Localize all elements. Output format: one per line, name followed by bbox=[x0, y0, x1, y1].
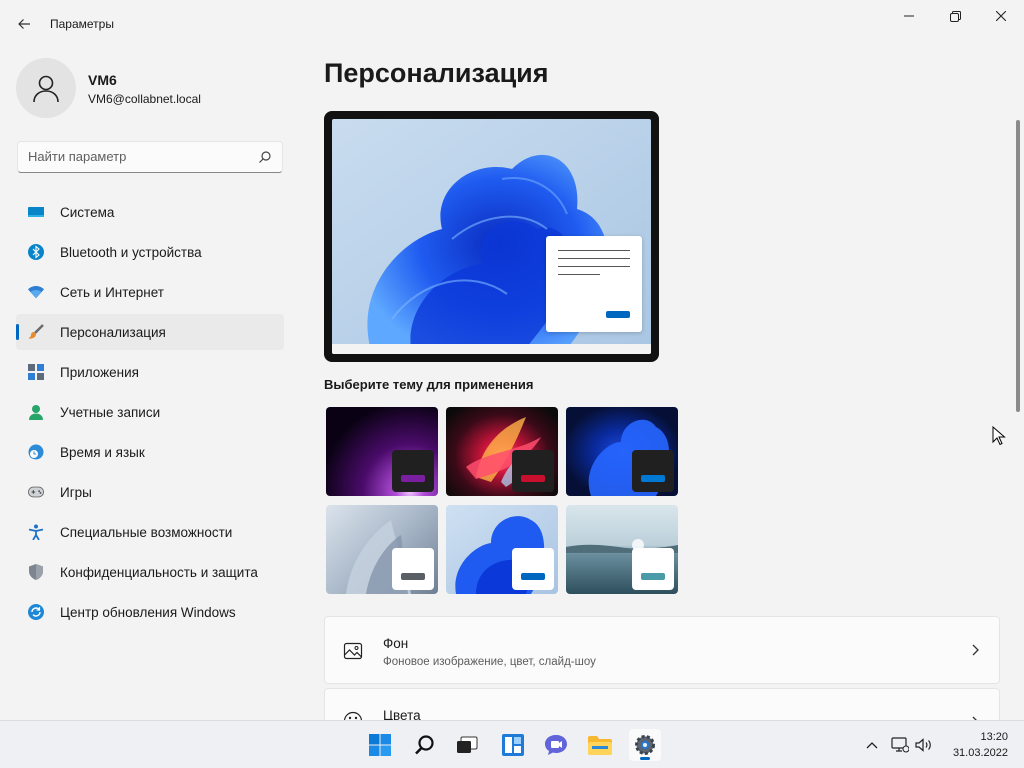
main-scrollbar[interactable] bbox=[1016, 120, 1020, 412]
sidebar-item-label: Время и язык bbox=[60, 444, 145, 460]
card-subtitle: Фоновое изображение, цвет, слайд-шоу bbox=[383, 656, 596, 668]
wifi-icon bbox=[28, 284, 44, 300]
search-input[interactable] bbox=[28, 149, 248, 164]
active-indicator bbox=[640, 757, 650, 760]
clock-date: 31.03.2022 bbox=[952, 747, 1008, 759]
accessibility-icon bbox=[28, 524, 44, 540]
person-icon bbox=[33, 75, 59, 103]
sidebar-item-label: Игры bbox=[60, 484, 92, 500]
bluetooth-icon bbox=[28, 244, 44, 260]
network-tray-button[interactable] bbox=[890, 735, 910, 755]
background-settings-card[interactable]: Фон Фоновое изображение, цвет, слайд-шоу bbox=[324, 616, 1000, 684]
sidebar-item-label: Приложения bbox=[60, 364, 139, 380]
clock-globe-icon bbox=[28, 444, 44, 460]
page-title: Персонализация bbox=[324, 58, 549, 88]
taskbar-search-button[interactable] bbox=[409, 729, 441, 761]
apps-icon bbox=[28, 364, 44, 380]
update-icon bbox=[28, 604, 44, 620]
theme-tile[interactable] bbox=[326, 505, 438, 594]
close-button[interactable] bbox=[978, 0, 1024, 32]
widgets-button[interactable] bbox=[497, 729, 529, 761]
folder-icon bbox=[588, 736, 612, 755]
search-icon[interactable] bbox=[258, 150, 272, 164]
search-icon bbox=[415, 735, 434, 755]
card-title: Фон bbox=[383, 636, 409, 651]
sidebar-item-label: Bluetooth и устройства bbox=[60, 244, 202, 260]
minimize-button[interactable] bbox=[886, 0, 932, 32]
sidebar-item-windows-update[interactable]: Центр обновления Windows bbox=[16, 594, 284, 630]
sidebar-item-personalization[interactable]: Персонализация bbox=[16, 314, 284, 350]
app-title: Параметры bbox=[50, 17, 114, 31]
sidebar-item-bluetooth[interactable]: Bluetooth и устройства bbox=[16, 234, 284, 270]
sidebar-item-privacy[interactable]: Конфиденциальность и защита bbox=[16, 554, 284, 590]
search-box[interactable] bbox=[17, 141, 283, 173]
chat-icon bbox=[545, 735, 567, 755]
sidebar-item-accounts[interactable]: Учетные записи bbox=[16, 394, 284, 430]
sidebar-nav: Система Bluetooth и устройства Сеть и Ин… bbox=[16, 194, 284, 634]
gear-icon bbox=[635, 735, 655, 755]
task-view-icon bbox=[457, 736, 478, 753]
sidebar-item-label: Центр обновления Windows bbox=[60, 604, 236, 620]
task-view-button[interactable] bbox=[451, 729, 483, 761]
title-bar: Параметры bbox=[0, 0, 1024, 48]
taskbar: 13:20 31.03.2022 bbox=[0, 720, 1024, 768]
speaker-icon bbox=[915, 738, 931, 752]
chevron-up-icon bbox=[866, 742, 878, 749]
sidebar-item-label: Персонализация bbox=[60, 324, 166, 340]
network-icon bbox=[891, 737, 909, 753]
back-arrow-icon bbox=[18, 19, 30, 29]
theme-preview bbox=[324, 111, 659, 362]
account-icon bbox=[28, 404, 44, 420]
theme-tile[interactable] bbox=[446, 505, 558, 594]
theme-tile[interactable] bbox=[566, 505, 678, 594]
user-email: VM6@collabnet.local bbox=[88, 92, 201, 106]
sidebar-item-network[interactable]: Сеть и Интернет bbox=[16, 274, 284, 310]
sidebar-item-accessibility[interactable]: Специальные возможности bbox=[16, 514, 284, 550]
sidebar-item-label: Специальные возможности bbox=[60, 524, 233, 540]
back-button[interactable] bbox=[10, 10, 38, 38]
sidebar-item-label: Сеть и Интернет bbox=[60, 284, 164, 300]
sidebar-item-label: Учетные записи bbox=[60, 404, 161, 420]
restore-icon bbox=[949, 10, 961, 22]
volume-tray-button[interactable] bbox=[914, 735, 934, 755]
sidebar-item-gaming[interactable]: Игры bbox=[16, 474, 284, 510]
preview-window bbox=[546, 236, 642, 332]
mouse-cursor-icon bbox=[992, 426, 1006, 446]
avatar bbox=[16, 58, 76, 118]
sidebar-item-time-language[interactable]: Время и язык bbox=[16, 434, 284, 470]
teams-chat-button[interactable] bbox=[540, 729, 572, 761]
theme-tile[interactable] bbox=[566, 407, 678, 496]
gamepad-icon bbox=[28, 484, 44, 500]
file-explorer-button[interactable] bbox=[584, 729, 616, 761]
system-clock[interactable]: 13:20 31.03.2022 bbox=[948, 729, 1008, 761]
brush-icon bbox=[28, 324, 44, 340]
user-profile[interactable]: VM6 VM6@collabnet.local bbox=[16, 58, 286, 118]
widgets-icon bbox=[502, 734, 524, 756]
sidebar-item-label: Конфиденциальность и защита bbox=[60, 564, 258, 580]
chevron-right-icon bbox=[972, 644, 979, 656]
theme-tile[interactable] bbox=[326, 407, 438, 496]
minimize-icon bbox=[904, 15, 914, 17]
sidebar-item-label: Система bbox=[60, 204, 115, 220]
sidebar-item-system[interactable]: Система bbox=[16, 194, 284, 230]
show-hidden-icons-button[interactable] bbox=[862, 735, 882, 755]
clock-time: 13:20 bbox=[980, 731, 1008, 743]
start-button[interactable] bbox=[364, 729, 396, 761]
theme-tile[interactable] bbox=[446, 407, 558, 496]
windows-logo-icon bbox=[369, 734, 391, 756]
monitor-icon bbox=[28, 204, 44, 220]
picture-icon bbox=[343, 642, 363, 660]
user-name: VM6 bbox=[88, 72, 117, 88]
sidebar-item-apps[interactable]: Приложения bbox=[16, 354, 284, 390]
restore-button[interactable] bbox=[932, 0, 978, 32]
shield-icon bbox=[28, 564, 44, 580]
close-icon bbox=[996, 11, 1006, 21]
preview-wallpaper bbox=[332, 119, 651, 354]
theme-heading: Выберите тему для применения bbox=[324, 377, 534, 392]
settings-app-button[interactable] bbox=[629, 729, 661, 761]
